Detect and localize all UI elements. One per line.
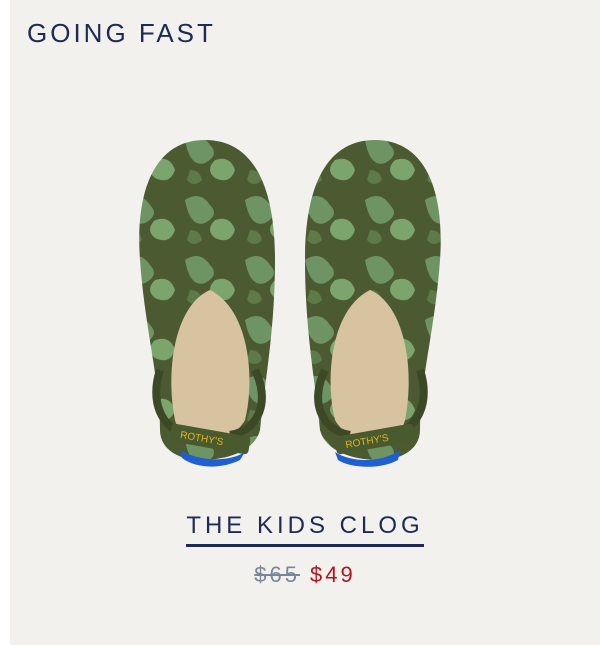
original-price: $65 [254,562,300,587]
product-title-link[interactable]: THE KIDS CLOG [186,512,424,547]
going-fast-badge: GOING FAST [27,18,216,48]
product-card[interactable]: GOING FAST ROTHY'S ROTHY'S THE KIDS CLOG… [10,0,600,645]
product-title-wrap: THE KIDS CLOG [10,512,600,547]
right-clog: ROTHY'S [305,140,441,467]
product-image[interactable]: ROTHY'S ROTHY'S [120,130,460,490]
price-row: $65 $49 [10,562,600,588]
left-clog: ROTHY'S [139,140,275,467]
sale-price: $49 [310,562,356,587]
